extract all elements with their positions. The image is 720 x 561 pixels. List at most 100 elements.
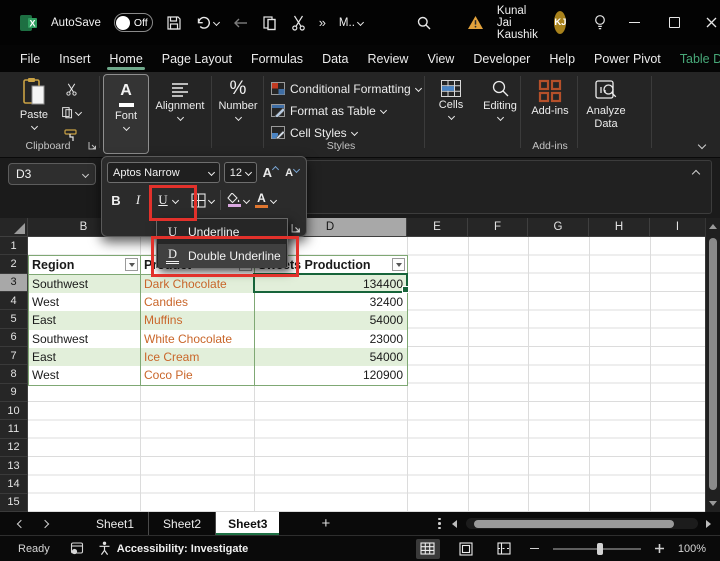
sheet-grid[interactable]: Region Product Sweets Production Southwe… (28, 237, 705, 512)
cell-D5[interactable]: 54000 (255, 311, 407, 329)
undo-icon[interactable] (195, 15, 219, 31)
close-button[interactable] (704, 9, 720, 37)
lightbulb-icon[interactable] (593, 14, 607, 31)
cell-B8[interactable]: West (29, 366, 141, 384)
row-header-2[interactable]: 2 (0, 255, 27, 273)
menu-item-underline[interactable]: U Underline (158, 220, 286, 244)
more-commands-icon[interactable]: » (319, 15, 326, 30)
tab-power-pivot[interactable]: Power Pivot (594, 48, 661, 70)
cell-B4[interactable]: West (29, 293, 141, 311)
horizontal-scroll-thumb[interactable] (474, 520, 674, 528)
accessibility-status[interactable]: Accessibility: Investigate (117, 543, 248, 555)
zoom-in-icon[interactable] (655, 544, 664, 553)
conditional-formatting-button[interactable]: Conditional Formatting (271, 78, 421, 99)
avatar[interactable]: KJ (554, 11, 566, 34)
page-layout-view-button[interactable] (454, 539, 478, 559)
vertical-scroll-thumb[interactable] (709, 238, 717, 490)
cell-C6[interactable]: White Chocolate (141, 330, 255, 348)
row-header-7[interactable]: 7 (0, 347, 27, 365)
cell-D7[interactable]: 54000 (255, 348, 407, 366)
row-header-9[interactable]: 9 (0, 384, 27, 402)
bold-button[interactable]: B (107, 193, 125, 208)
column-header-E[interactable]: E (407, 218, 468, 236)
cell-C7[interactable]: Ice Cream (141, 348, 255, 366)
cell-C4[interactable]: Candies (141, 293, 255, 311)
font-group-button[interactable]: A Font (103, 74, 149, 154)
column-header-I[interactable]: I (650, 218, 705, 236)
copy-button[interactable] (60, 103, 82, 122)
user-name[interactable]: Kunal Jai Kaushik (497, 5, 541, 41)
add-sheet-button[interactable]: + (321, 515, 330, 532)
row-header-14[interactable]: 14 (0, 475, 27, 493)
tab-file[interactable]: File (20, 48, 40, 70)
paste-button[interactable]: Paste (12, 77, 56, 129)
cell-B7[interactable]: East (29, 348, 141, 366)
accessibility-icon[interactable] (98, 541, 111, 556)
tab-insert[interactable]: Insert (59, 48, 90, 70)
alignment-group-button[interactable]: Alignment (154, 82, 206, 120)
sheet-menu-icon[interactable] (438, 518, 441, 530)
underline-chevron-icon[interactable] (172, 196, 179, 203)
row-header-5[interactable]: 5 (0, 310, 27, 328)
underline-split-button[interactable]: U (151, 192, 185, 208)
sheet-prev-icon[interactable] (17, 519, 25, 527)
cell-B3[interactable]: Southwest (29, 275, 141, 293)
cell-C3[interactable]: Dark Chocolate (141, 275, 255, 293)
cut-button[interactable] (60, 80, 82, 99)
minimize-button[interactable] (626, 9, 643, 37)
filter-button-region[interactable] (125, 258, 138, 271)
row-header-15[interactable]: 15 (0, 494, 27, 512)
addins-button[interactable]: Add-ins (526, 79, 574, 118)
save-icon[interactable] (166, 15, 182, 31)
tab-formulas[interactable]: Formulas (251, 48, 303, 70)
borders-button[interactable] (191, 193, 214, 208)
zoom-level[interactable]: 100% (678, 543, 706, 555)
row-header-11[interactable]: 11 (0, 420, 27, 438)
status-mode[interactable]: Ready (18, 543, 50, 555)
column-header-F[interactable]: F (468, 218, 528, 236)
normal-view-button[interactable] (416, 539, 440, 559)
font-dialog-launcher-icon[interactable] (291, 223, 301, 233)
cell-B5[interactable]: East (29, 311, 141, 329)
header-cell-region[interactable]: Region (29, 256, 141, 273)
tab-page-layout[interactable]: Page Layout (162, 48, 232, 70)
copy-icon[interactable] (262, 15, 278, 31)
font-name-combo[interactable]: Aptos Narrow (107, 162, 220, 183)
row-header-10[interactable]: 10 (0, 402, 27, 420)
tab-help[interactable]: Help (549, 48, 575, 70)
zoom-slider-handle[interactable] (597, 543, 603, 555)
vertical-scrollbar[interactable] (705, 218, 720, 512)
scroll-up-icon[interactable] (709, 224, 717, 229)
tab-developer[interactable]: Developer (473, 48, 530, 70)
row-header-13[interactable]: 13 (0, 457, 27, 475)
horizontal-scrollbar[interactable] (466, 518, 698, 529)
cell-C5[interactable]: Muffins (141, 311, 255, 329)
zoom-slider[interactable] (553, 548, 641, 550)
underline-button[interactable]: U (158, 192, 167, 208)
row-header-3[interactable]: 3 (0, 274, 27, 292)
clipboard-dialog-launcher-icon[interactable] (88, 141, 98, 151)
grow-font-button[interactable]: A (261, 165, 279, 180)
shrink-font-button[interactable]: A (283, 167, 301, 179)
format-as-table-button[interactable]: Format as Table (271, 100, 421, 121)
search-icon[interactable] (416, 15, 432, 31)
column-header-G[interactable]: G (528, 218, 589, 236)
hscroll-right-icon[interactable] (706, 520, 711, 528)
sheet-next-icon[interactable] (41, 519, 49, 527)
maximize-button[interactable] (666, 9, 683, 37)
cell-B6[interactable]: Southwest (29, 330, 141, 348)
italic-button[interactable]: I (131, 192, 145, 208)
tab-review[interactable]: Review (367, 48, 408, 70)
row-header-1[interactable]: 1 (0, 237, 27, 255)
hscroll-left-icon[interactable] (452, 520, 457, 528)
cell-D6[interactable]: 23000 (255, 330, 407, 348)
row-header-4[interactable]: 4 (0, 292, 27, 310)
editing-group-button[interactable]: Editing (477, 79, 523, 120)
warning-icon[interactable] (467, 15, 484, 30)
row-header-12[interactable]: 12 (0, 439, 27, 457)
row-header-8[interactable]: 8 (0, 365, 27, 383)
redo-icon[interactable] (232, 16, 249, 30)
tab-home[interactable]: Home (109, 48, 142, 70)
cells-group-button[interactable]: Cells (428, 80, 474, 119)
tab-data[interactable]: Data (322, 48, 348, 70)
